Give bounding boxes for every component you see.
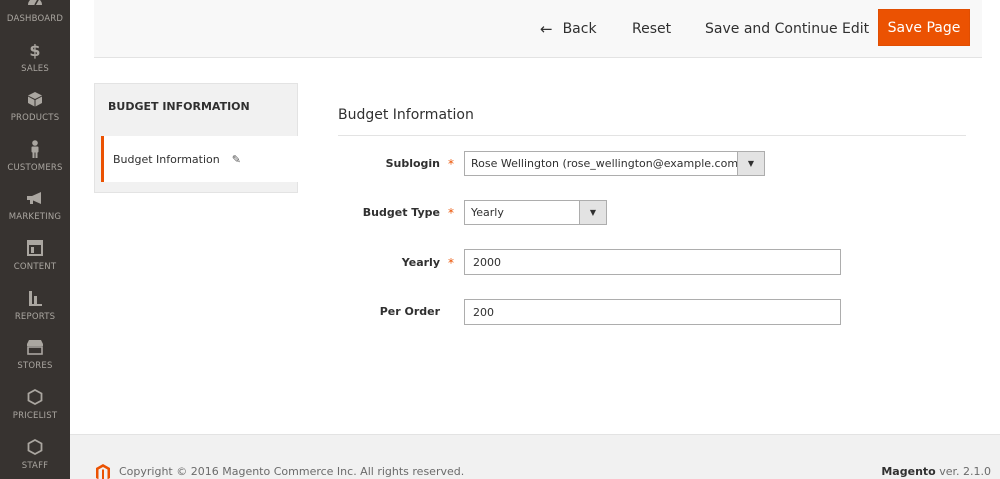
megaphone-icon <box>26 189 44 207</box>
store-icon <box>26 338 44 356</box>
nav-customers[interactable]: CUSTOMERS <box>0 125 70 175</box>
required-marker: * <box>448 256 454 270</box>
nav-marketing[interactable]: MARKETING <box>0 174 70 224</box>
per-order-label: Per Order <box>379 305 440 318</box>
nav-reports[interactable]: REPORTS <box>0 274 70 324</box>
pencil-icon: ✎ <box>231 152 241 166</box>
sublogin-label: Sublogin <box>385 157 440 170</box>
brand-name: Magento <box>881 465 936 478</box>
hexagon-icon <box>26 438 44 456</box>
chevron-down-icon: ▼ <box>737 152 764 175</box>
nav-content[interactable]: CONTENT <box>0 224 70 274</box>
layout-icon <box>26 239 44 257</box>
tab-label: Budget Information <box>113 152 220 166</box>
side-tabs: BUDGET INFORMATION Budget Information ✎ <box>94 83 299 193</box>
page-footer: Copyright © 2016 Magento Commerce Inc. A… <box>70 434 1000 479</box>
tab-budget-information[interactable]: Budget Information ✎ <box>101 136 299 182</box>
back-button[interactable]: ← Back <box>540 17 597 41</box>
fieldset-title: Budget Information <box>338 107 966 136</box>
required-marker: * <box>448 157 454 171</box>
save-continue-button[interactable]: Save and Continue Edit <box>705 17 869 41</box>
magento-logo-icon <box>95 464 111 479</box>
nav-products[interactable]: PRODUCTS <box>0 75 70 125</box>
nav-sales[interactable]: $ SALES <box>0 26 70 76</box>
save-page-button[interactable]: Save Page <box>878 9 970 46</box>
person-icon <box>26 140 44 158</box>
dashboard-icon <box>26 0 44 9</box>
admin-sidebar: DASHBOARD $ SALES PRODUCTS CUSTOMERS MAR… <box>0 0 70 479</box>
nav-dashboard[interactable]: DASHBOARD <box>0 0 70 26</box>
version-text: ver. 2.1.0 <box>939 465 991 478</box>
nav-staff[interactable]: STAFF <box>0 423 70 473</box>
box-icon <box>26 90 44 108</box>
tabs-title: BUDGET INFORMATION <box>108 100 250 113</box>
arrow-left-icon: ← <box>540 20 553 38</box>
reset-button[interactable]: Reset <box>632 17 671 41</box>
nav-pricelist[interactable]: PRICELIST <box>0 373 70 423</box>
dollar-icon: $ <box>29 40 41 60</box>
required-marker: * <box>448 206 454 220</box>
chevron-down-icon: ▼ <box>579 201 606 224</box>
budget-type-label: Budget Type <box>362 206 440 219</box>
hexagon-icon <box>26 388 44 406</box>
yearly-label: Yearly <box>401 256 440 269</box>
version-info: Magento ver. 2.1.0 <box>881 465 991 478</box>
copyright-text: Copyright © 2016 Magento Commerce Inc. A… <box>119 465 465 478</box>
per-order-input[interactable] <box>464 299 841 325</box>
nav-stores[interactable]: STORES <box>0 323 70 373</box>
sublogin-select[interactable]: Rose Wellington (rose_wellington@example… <box>464 151 765 176</box>
yearly-input[interactable] <box>464 249 841 275</box>
bar-chart-icon <box>26 289 44 307</box>
budget-type-select[interactable]: Yearly ▼ <box>464 200 607 225</box>
